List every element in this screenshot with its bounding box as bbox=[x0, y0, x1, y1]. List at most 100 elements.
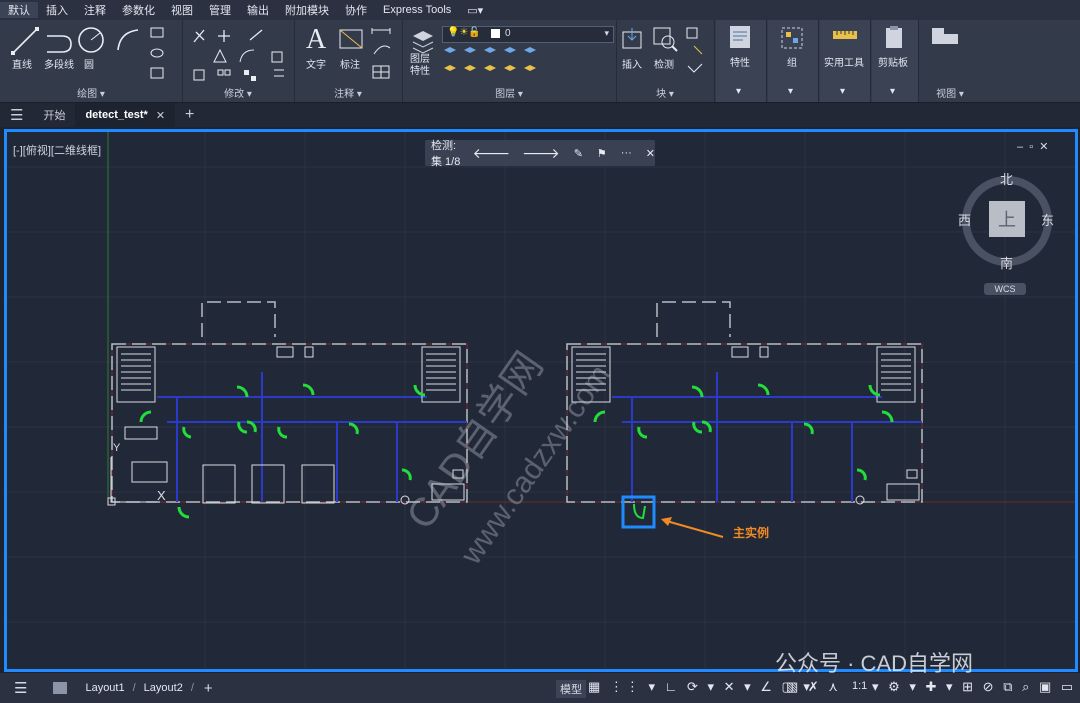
edit-icon[interactable]: ✎ bbox=[574, 147, 583, 160]
detect-toolbar: 检测: 集 1/8 🡐 🡒 ✎ ⚑ ··· ✕ bbox=[425, 140, 655, 168]
compass-north[interactable]: 北 bbox=[1000, 169, 1013, 188]
watermark-text: CAD自学网 bbox=[398, 344, 551, 537]
chevron-down-icon: ▾ bbox=[788, 86, 794, 97]
tab-detect-test[interactable]: detect_test* ✕ bbox=[75, 103, 176, 127]
utilities-label: 实用工具 bbox=[824, 58, 864, 69]
menu-collaborate[interactable]: 协作 bbox=[337, 2, 375, 18]
layer-tools-icons[interactable] bbox=[442, 46, 562, 80]
layers-panel-title[interactable]: 图层 ▾ bbox=[402, 85, 616, 100]
chevron-down-icon: ▾ bbox=[736, 86, 742, 97]
document-tabs: ☰ 开始 detect_test* ✕ + bbox=[0, 103, 1080, 127]
clipboard-icon bbox=[886, 26, 902, 48]
modify-panel: 修改 ▾ bbox=[182, 20, 295, 102]
current-layer-value: 0 bbox=[505, 28, 511, 39]
menu-output[interactable]: 输出 bbox=[239, 2, 277, 18]
draw-panel-title[interactable]: 绘图 ▾ bbox=[0, 85, 182, 100]
insert-label: 插入 bbox=[622, 60, 642, 71]
flag-icon[interactable]: ⚑ bbox=[597, 147, 607, 160]
detect-set-label: 检测: 集 1/8 bbox=[431, 140, 461, 168]
text-label: 文字 bbox=[306, 60, 326, 71]
layers-panel: 图层 特性 💡☀🔓 0 ▾ 图层 ▾ bbox=[402, 20, 617, 102]
clipboard-label: 剪贴板 bbox=[878, 58, 908, 69]
tab-start[interactable]: 开始 bbox=[33, 103, 75, 127]
polyline-icon[interactable] bbox=[44, 26, 74, 56]
status-right-icons[interactable]: ▾ ⚙ ▾ ✚ ▾ ⊞ ⊘ ⧉ ⌕ ▣ ▭ bbox=[872, 679, 1076, 695]
model-space-button[interactable]: 模型 bbox=[556, 680, 586, 698]
ucs-y-label: Y bbox=[113, 442, 121, 454]
text-icon[interactable]: A bbox=[304, 24, 330, 52]
properties-button[interactable]: 特性 ▾ bbox=[716, 20, 767, 102]
menu-extra[interactable]: ▭▾ bbox=[459, 4, 491, 17]
more-button[interactable]: ··· bbox=[621, 147, 632, 159]
polyline-label: 多段线 bbox=[44, 60, 74, 71]
model-tab-icon[interactable] bbox=[53, 682, 68, 694]
status-bar: ☰ Layout1 / Layout2 / + 模型 ▦ ⋮⋮ ▾ ∟ ⟳ ▾ … bbox=[0, 673, 1080, 703]
block-small-icons[interactable] bbox=[684, 26, 708, 82]
menu-addins[interactable]: 附加模块 bbox=[277, 2, 337, 18]
clipboard-button[interactable]: 剪贴板 ▾ bbox=[872, 20, 919, 102]
block-panel: 插入 检测 块 ▾ bbox=[616, 20, 715, 102]
view-panel-title[interactable]: 视图 ▾ bbox=[920, 85, 980, 100]
prev-arrow-icon[interactable]: 🡐 bbox=[473, 145, 511, 162]
ribbon: 直线 多段线 圆 绘图 ▾ 修改 ▾ A 文字 标注 注释 ▾ 图层 特性 💡☀… bbox=[0, 20, 1080, 103]
utilities-button[interactable]: 实用工具 ▾ bbox=[820, 20, 871, 102]
circle-icon[interactable] bbox=[76, 25, 106, 55]
layer-dropdown[interactable]: 💡☀🔓 0 ▾ bbox=[442, 26, 614, 43]
add-layout-button[interactable]: + bbox=[204, 680, 213, 697]
annotate-panel: A 文字 标注 注释 ▾ bbox=[294, 20, 403, 102]
viewcube-top-face[interactable]: 上 bbox=[989, 201, 1025, 237]
block-panel-title[interactable]: 块 ▾ bbox=[616, 85, 714, 100]
menu-annotate[interactable]: 注释 bbox=[76, 2, 114, 18]
view-controls-label[interactable]: [-][俯视][二维线框] bbox=[13, 142, 101, 158]
menu-icon[interactable]: ☰ bbox=[14, 679, 27, 697]
modify-panel-title[interactable]: 修改 ▾ bbox=[182, 85, 294, 100]
arc-icon[interactable] bbox=[114, 26, 142, 54]
detect-icon[interactable] bbox=[652, 26, 678, 52]
insert-icon[interactable] bbox=[620, 26, 646, 52]
menu-bar: 默认 插入 注释 参数化 视图 管理 输出 附加模块 协作 Express To… bbox=[0, 0, 1080, 20]
menu-insert[interactable]: 插入 bbox=[38, 2, 76, 18]
drawing-canvas[interactable]: CAD自学网 www.cadzxw.com bbox=[7, 132, 1075, 669]
close-icon[interactable]: ✕ bbox=[156, 109, 165, 122]
add-tab-button[interactable]: + bbox=[175, 103, 204, 127]
close-icon[interactable]: ✕ bbox=[646, 147, 655, 160]
chevron-down-icon: ▾ bbox=[604, 28, 609, 38]
window-controls[interactable]: – ▫ ✕ bbox=[1017, 140, 1048, 153]
line-icon[interactable] bbox=[10, 26, 40, 56]
drawing-viewport[interactable]: CAD自学网 www.cadzxw.com [-][俯视][二维线框] Y X … bbox=[4, 129, 1078, 672]
status-tools-icons[interactable]: ▦ ⋮⋮ ▾ ∟ ⟳ ▾ ✕ ▾ ∠ ▢ ▾ bbox=[588, 679, 813, 695]
annotate-panel-title[interactable]: 注释 ▾ bbox=[294, 85, 402, 100]
wcs-menu[interactable]: WCS bbox=[984, 283, 1026, 295]
menu-icon[interactable]: ☰ bbox=[0, 103, 33, 127]
dimension-label: 标注 bbox=[340, 60, 360, 71]
dimension-icon[interactable] bbox=[338, 26, 364, 52]
draw-panel: 直线 多段线 圆 绘图 ▾ bbox=[0, 20, 183, 102]
modify-tools-icons[interactable] bbox=[190, 26, 290, 86]
compass-south[interactable]: 南 bbox=[1000, 253, 1013, 272]
view-icon[interactable] bbox=[930, 26, 960, 48]
line-label: 直线 bbox=[12, 60, 32, 71]
annotate-small-icons[interactable] bbox=[370, 26, 394, 82]
compass-west[interactable]: 西 bbox=[958, 210, 971, 229]
menu-view[interactable]: 视图 bbox=[163, 2, 201, 18]
menu-parametric[interactable]: 参数化 bbox=[114, 2, 163, 18]
next-arrow-icon[interactable]: 🡒 bbox=[522, 145, 560, 162]
tab-detect-test-label: detect_test* bbox=[85, 109, 148, 121]
layer-properties-icon[interactable] bbox=[410, 28, 436, 54]
menu-manage[interactable]: 管理 bbox=[201, 2, 239, 18]
draw-small-icons[interactable] bbox=[148, 26, 172, 86]
menu-home[interactable]: 默认 bbox=[0, 2, 38, 18]
svg-text:A: A bbox=[306, 24, 327, 52]
properties-icon bbox=[730, 26, 750, 48]
tab-layout1[interactable]: Layout1 bbox=[85, 682, 124, 694]
group-icon bbox=[781, 27, 803, 49]
compass-east[interactable]: 东 bbox=[1041, 210, 1054, 229]
menu-express-tools[interactable]: Express Tools bbox=[375, 4, 459, 16]
tab-layout2[interactable]: Layout2 bbox=[144, 682, 183, 694]
detect-label: 检测 bbox=[654, 60, 674, 71]
circle-label: 圆 bbox=[84, 60, 94, 71]
annotation-tools-icons[interactable]: ▧ ✗ ⋏ bbox=[786, 679, 841, 695]
groups-button[interactable]: 组 ▾ bbox=[768, 20, 819, 102]
ucs-x-label: X bbox=[157, 488, 166, 503]
annotation-scale[interactable]: 1:1 bbox=[852, 680, 867, 692]
